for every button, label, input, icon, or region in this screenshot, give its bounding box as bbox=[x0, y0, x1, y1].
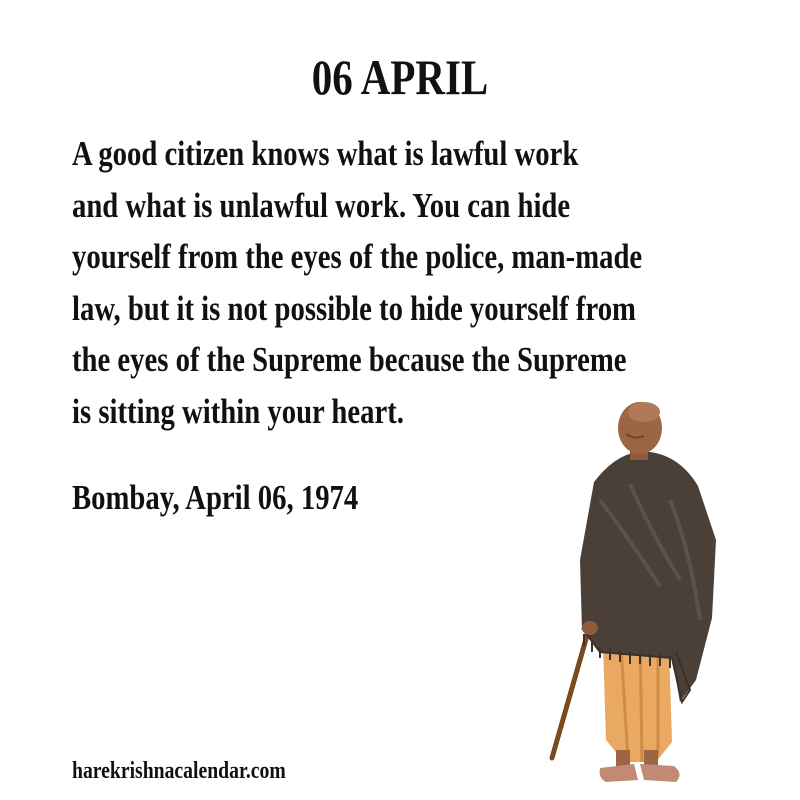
quote-line: and what is unlawful work. You can hide bbox=[72, 185, 571, 225]
quote-source: Bombay, April 06, 1974 bbox=[72, 478, 359, 517]
standing-monk-with-cane-icon bbox=[549, 402, 716, 782]
page-title: 06 APRIL bbox=[311, 49, 489, 105]
quote-line: law, but it is not possible to hide your… bbox=[72, 288, 636, 328]
standing-monk-figure bbox=[540, 390, 730, 790]
website-footer: harekrishnacalendar.com bbox=[72, 758, 286, 784]
quote-line: the eyes of the Supreme because the Supr… bbox=[72, 340, 627, 379]
quote-line: yourself from the eyes of the police, ma… bbox=[72, 237, 643, 276]
quote-line: A good citizen knows what is lawful work bbox=[72, 134, 579, 173]
